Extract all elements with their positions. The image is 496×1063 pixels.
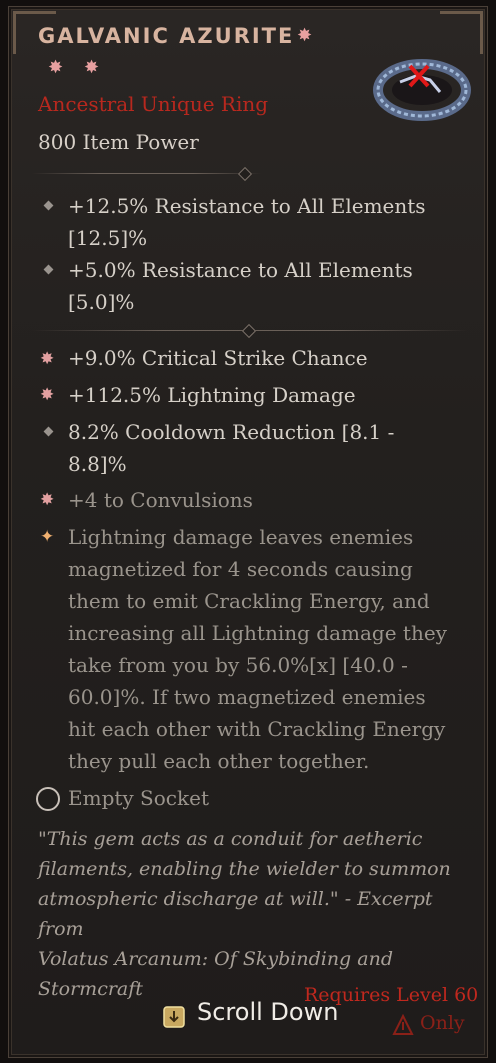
affix-convulsions: +4 to Convulsions [68, 488, 253, 512]
scroll-down-button[interactable]: Scroll Down [197, 998, 338, 1026]
star-icon: ✸ [40, 490, 55, 510]
empty-socket: Empty Socket [68, 786, 209, 810]
implicit-affix: +12.5% Resistance to All Elements [12.5]% [68, 194, 426, 250]
flavor-text: "This gem acts as a conduit for aetheric… [38, 828, 451, 1000]
implicit-affix: +5.0% Resistance to All Elements [5.0]% [68, 258, 413, 314]
star-icon: ✸ [297, 25, 313, 46]
greater-affix-stars: ✸ ✸ [48, 58, 120, 77]
unique-star-icon: ✦ [40, 527, 55, 547]
star-icon: ✸ [48, 57, 64, 78]
class-requirement: Only [420, 1012, 465, 1034]
affix-lightning: +112.5% Lightning Damage [68, 383, 356, 407]
ring-icon [373, 59, 471, 121]
affix-crit: +9.0% Critical Strike Chance [68, 346, 368, 370]
unique-power: Lightning damage leaves enemies magnetiz… [68, 525, 447, 773]
item-name: GALVANIC AZURITE [38, 24, 295, 48]
star-icon: ✸ [40, 385, 55, 405]
class-icon [392, 1014, 414, 1035]
corner-ornament [440, 11, 483, 54]
affix-cdr: 8.2% Cooldown Reduction [8.1 -8.8]% [68, 420, 395, 476]
scroll-icon[interactable] [162, 1003, 186, 1029]
socket-icon [36, 787, 60, 811]
divider [32, 173, 262, 174]
item-rarity: Ancestral Unique Ring [38, 92, 269, 116]
star-icon: ✸ [40, 349, 55, 369]
star-icon: ✸ [84, 57, 100, 78]
item-power: 800 Item Power [38, 130, 199, 154]
